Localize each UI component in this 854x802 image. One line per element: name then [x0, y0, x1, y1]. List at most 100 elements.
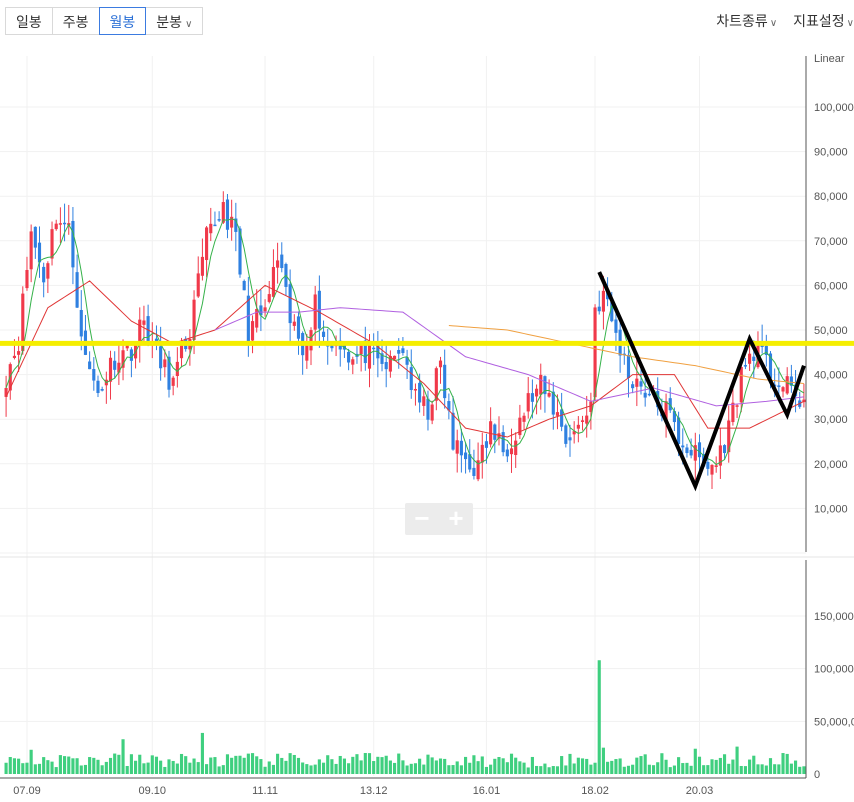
volume-bar: [522, 762, 526, 774]
candle-body: [505, 449, 509, 457]
volume-bar: [718, 757, 722, 774]
volume-bar: [639, 756, 643, 774]
candle-body: [484, 441, 489, 448]
candle-body: [384, 362, 388, 370]
candle-body: [321, 331, 326, 337]
volume-bar: [601, 747, 605, 774]
volume-bar: [263, 766, 267, 774]
volume-bar: [100, 765, 104, 774]
volume-bar: [42, 757, 46, 774]
volume-bar: [689, 765, 693, 774]
candle-body: [71, 220, 75, 268]
candle-body: [29, 231, 33, 270]
candle-body: [276, 260, 280, 268]
candle-body: [631, 384, 635, 389]
candle-body: [267, 294, 271, 302]
volume-bar: [305, 764, 309, 774]
volume-bar: [664, 759, 668, 774]
candle-body: [217, 219, 221, 221]
volume-bar: [154, 756, 159, 774]
candle-body: [535, 388, 539, 397]
scale-label: Linear: [814, 53, 845, 65]
candle-body: [585, 415, 589, 424]
volume-bar: [355, 754, 359, 774]
volume-bar: [150, 755, 154, 774]
volume-bar: [246, 753, 250, 774]
volume-bar: [580, 758, 585, 774]
volume-bar: [543, 763, 547, 774]
volume-bar: [459, 765, 463, 774]
volume-bar: [438, 758, 443, 774]
volume-bar: [681, 763, 685, 774]
candle-body: [752, 356, 756, 361]
candle-body: [367, 343, 372, 369]
x-tick-label: 18.02: [581, 785, 609, 797]
candle-body: [351, 359, 355, 365]
x-tick-label: 11.11: [252, 785, 278, 797]
candle-body: [209, 223, 213, 234]
volume-bar: [702, 765, 706, 774]
volume-bar: [610, 760, 614, 774]
candle-body: [731, 402, 735, 423]
volume-bar: [284, 760, 288, 774]
volume-bar: [301, 762, 305, 774]
x-tick-label: 16.01: [473, 785, 501, 797]
volume-bar: [37, 763, 42, 774]
volume-tick-label: 150,000,0: [814, 611, 854, 623]
volume-bar: [4, 762, 8, 774]
period-minute-dropdown[interactable]: 분봉 ∨: [145, 7, 204, 35]
volume-bar: [321, 762, 326, 774]
volume-bar: [589, 764, 593, 774]
candle-body: [175, 361, 179, 377]
volume-bar: [793, 760, 798, 774]
chevron-down-icon: ∨: [185, 19, 193, 30]
volume-bar: [271, 764, 275, 774]
indicator-settings-label: 지표설정: [793, 13, 845, 29]
volume-bar: [159, 760, 163, 774]
volume-bar: [17, 758, 21, 774]
volume-bar: [163, 766, 167, 774]
volume-bar: [363, 752, 367, 774]
candle-body: [296, 316, 301, 339]
candle-body: [509, 448, 514, 455]
period-weekly-button[interactable]: 주봉: [51, 7, 100, 35]
zoom-out-button[interactable]: −: [405, 503, 439, 535]
candle-body: [555, 412, 560, 416]
candle-body: [397, 349, 401, 354]
volume-bar: [789, 763, 793, 774]
zoom-in-button[interactable]: +: [439, 503, 473, 535]
candle-body: [309, 330, 313, 351]
candle-body: [597, 306, 601, 312]
volume-bar: [505, 762, 509, 774]
volume-bar: [234, 755, 238, 774]
candle-body: [17, 351, 21, 355]
chart-type-dropdown[interactable]: 차트종류 ∨: [716, 7, 777, 35]
volume-bar: [171, 760, 175, 774]
candle-body: [418, 382, 422, 403]
volume-bar: [280, 757, 284, 774]
candle-body: [593, 307, 597, 398]
volume-bar: [626, 765, 631, 774]
candle-body: [288, 284, 292, 324]
period-daily-button[interactable]: 일봉: [5, 7, 53, 35]
volume-bar: [656, 762, 660, 774]
volume-bar: [58, 755, 62, 774]
candle-body: [739, 367, 743, 403]
period-monthly-button[interactable]: 월봉: [98, 7, 147, 35]
volume-bar: [33, 764, 37, 774]
volume-bar: [376, 756, 380, 774]
indicator-settings-dropdown[interactable]: 지표설정 ∨: [793, 7, 854, 35]
stock-chart[interactable]: Linear 100,000 90,000 80,000 70,000 60,000 50,…: [0, 46, 854, 802]
candle-body: [681, 445, 685, 448]
candle-body: [96, 380, 100, 394]
volume-bar: [401, 760, 405, 774]
volume-bar: [129, 754, 133, 774]
candle-body: [568, 437, 572, 441]
volume-bar: [409, 763, 413, 774]
price-tick-label: 10,000: [814, 503, 848, 515]
candle-body: [347, 351, 351, 363]
volume-bar: [614, 759, 618, 774]
volume-bar: [497, 757, 501, 774]
candle-body: [735, 405, 739, 407]
candle-body: [639, 381, 643, 387]
